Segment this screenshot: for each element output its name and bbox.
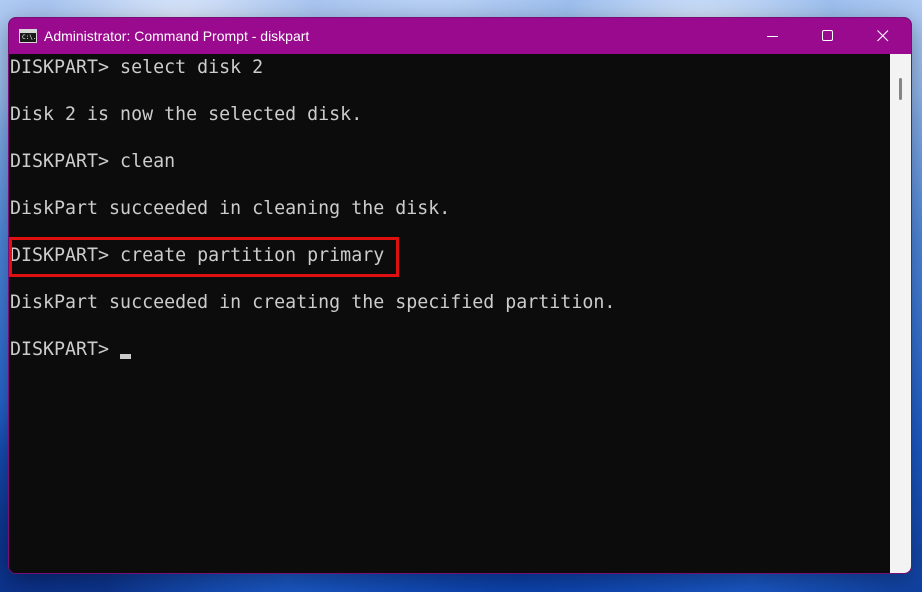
command-prompt-window: C:\. Administrator: Command Prompt - dis…: [8, 17, 912, 574]
console-line: Disk 2 is now the selected disk.: [10, 104, 363, 125]
scrollbar-thumb[interactable]: [899, 78, 902, 100]
window-title: Administrator: Command Prompt - diskpart: [44, 28, 310, 44]
minimize-icon: [767, 36, 778, 37]
title-bar[interactable]: C:\. Administrator: Command Prompt - dis…: [9, 18, 911, 54]
maximize-button[interactable]: [800, 18, 856, 54]
console-line: DiskPart succeeded in cleaning the disk.: [10, 198, 451, 219]
console-line: DISKPART> clean: [10, 151, 176, 172]
highlight-box: [9, 237, 399, 277]
minimize-button[interactable]: [745, 18, 801, 54]
command-prompt-icon-text: C:\.: [22, 34, 37, 41]
command-prompt-icon: C:\.: [19, 29, 37, 43]
console-prompt-line: DISKPART>: [10, 339, 121, 360]
console-line: DISKPART> select disk 2: [10, 57, 264, 78]
console-output[interactable]: DISKPART> select disk 2 Disk 2 is now th…: [9, 54, 890, 573]
console-line: DiskPart succeeded in creating the speci…: [10, 292, 616, 313]
close-button[interactable]: [855, 18, 911, 54]
text-cursor: [120, 354, 131, 359]
close-icon: [877, 30, 889, 42]
maximize-icon: [822, 30, 833, 41]
vertical-scrollbar[interactable]: [890, 54, 911, 573]
